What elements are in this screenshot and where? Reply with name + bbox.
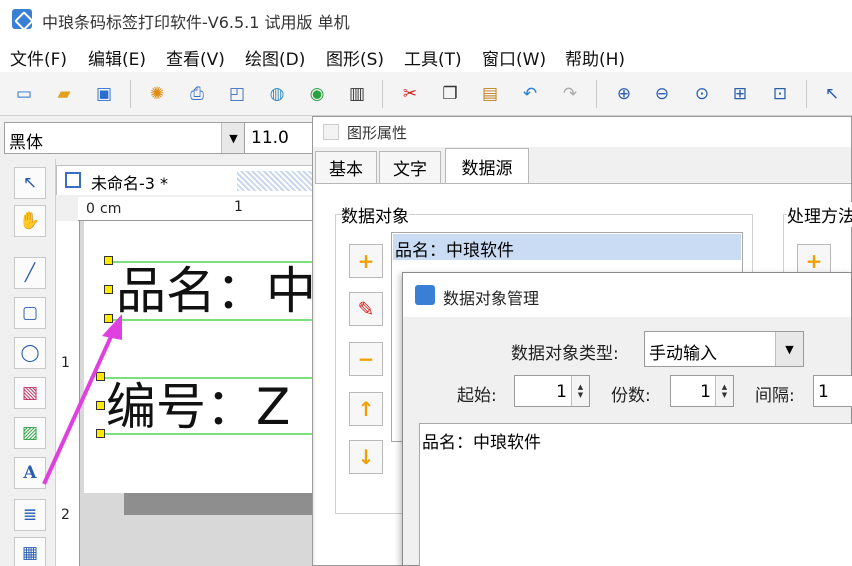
- arrow-head: [102, 314, 122, 340]
- arrow-shaft: [42, 329, 116, 485]
- annotation-arrow: [42, 314, 122, 485]
